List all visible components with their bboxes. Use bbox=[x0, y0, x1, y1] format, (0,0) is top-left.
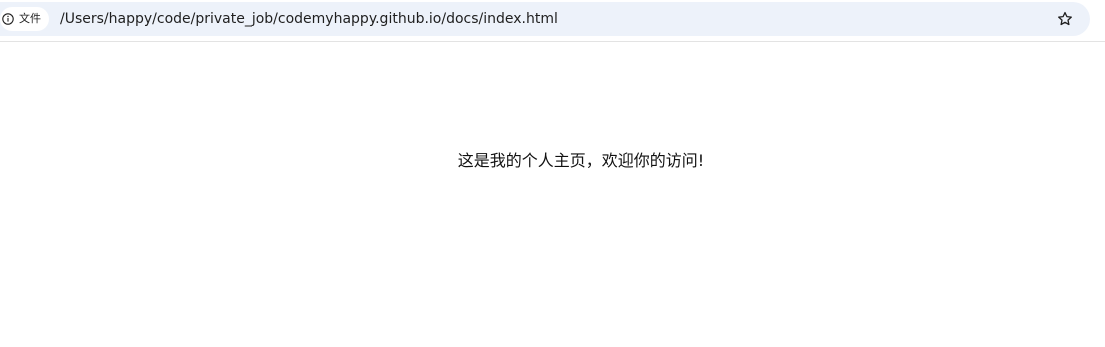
page-content: 这是我的个人主页，欢迎你的访问! bbox=[0, 43, 1105, 347]
url-text[interactable]: /Users/happy/code/private_job/codemyhapp… bbox=[60, 2, 558, 36]
browser-window: 文件 /Users/happy/code/private_job/codemyh… bbox=[0, 0, 1105, 347]
bookmark-star-button[interactable] bbox=[1055, 9, 1075, 29]
info-circle-icon bbox=[2, 13, 14, 25]
welcome-text: 这是我的个人主页，欢迎你的访问! bbox=[457, 151, 705, 170]
star-outline-icon bbox=[1057, 11, 1073, 27]
address-bar[interactable]: 文件 /Users/happy/code/private_job/codemyh… bbox=[0, 2, 1090, 36]
site-chip-label: 文件 bbox=[19, 12, 41, 25]
browser-toolbar: 文件 /Users/happy/code/private_job/codemyh… bbox=[0, 0, 1105, 42]
site-info-chip[interactable]: 文件 bbox=[0, 7, 49, 31]
